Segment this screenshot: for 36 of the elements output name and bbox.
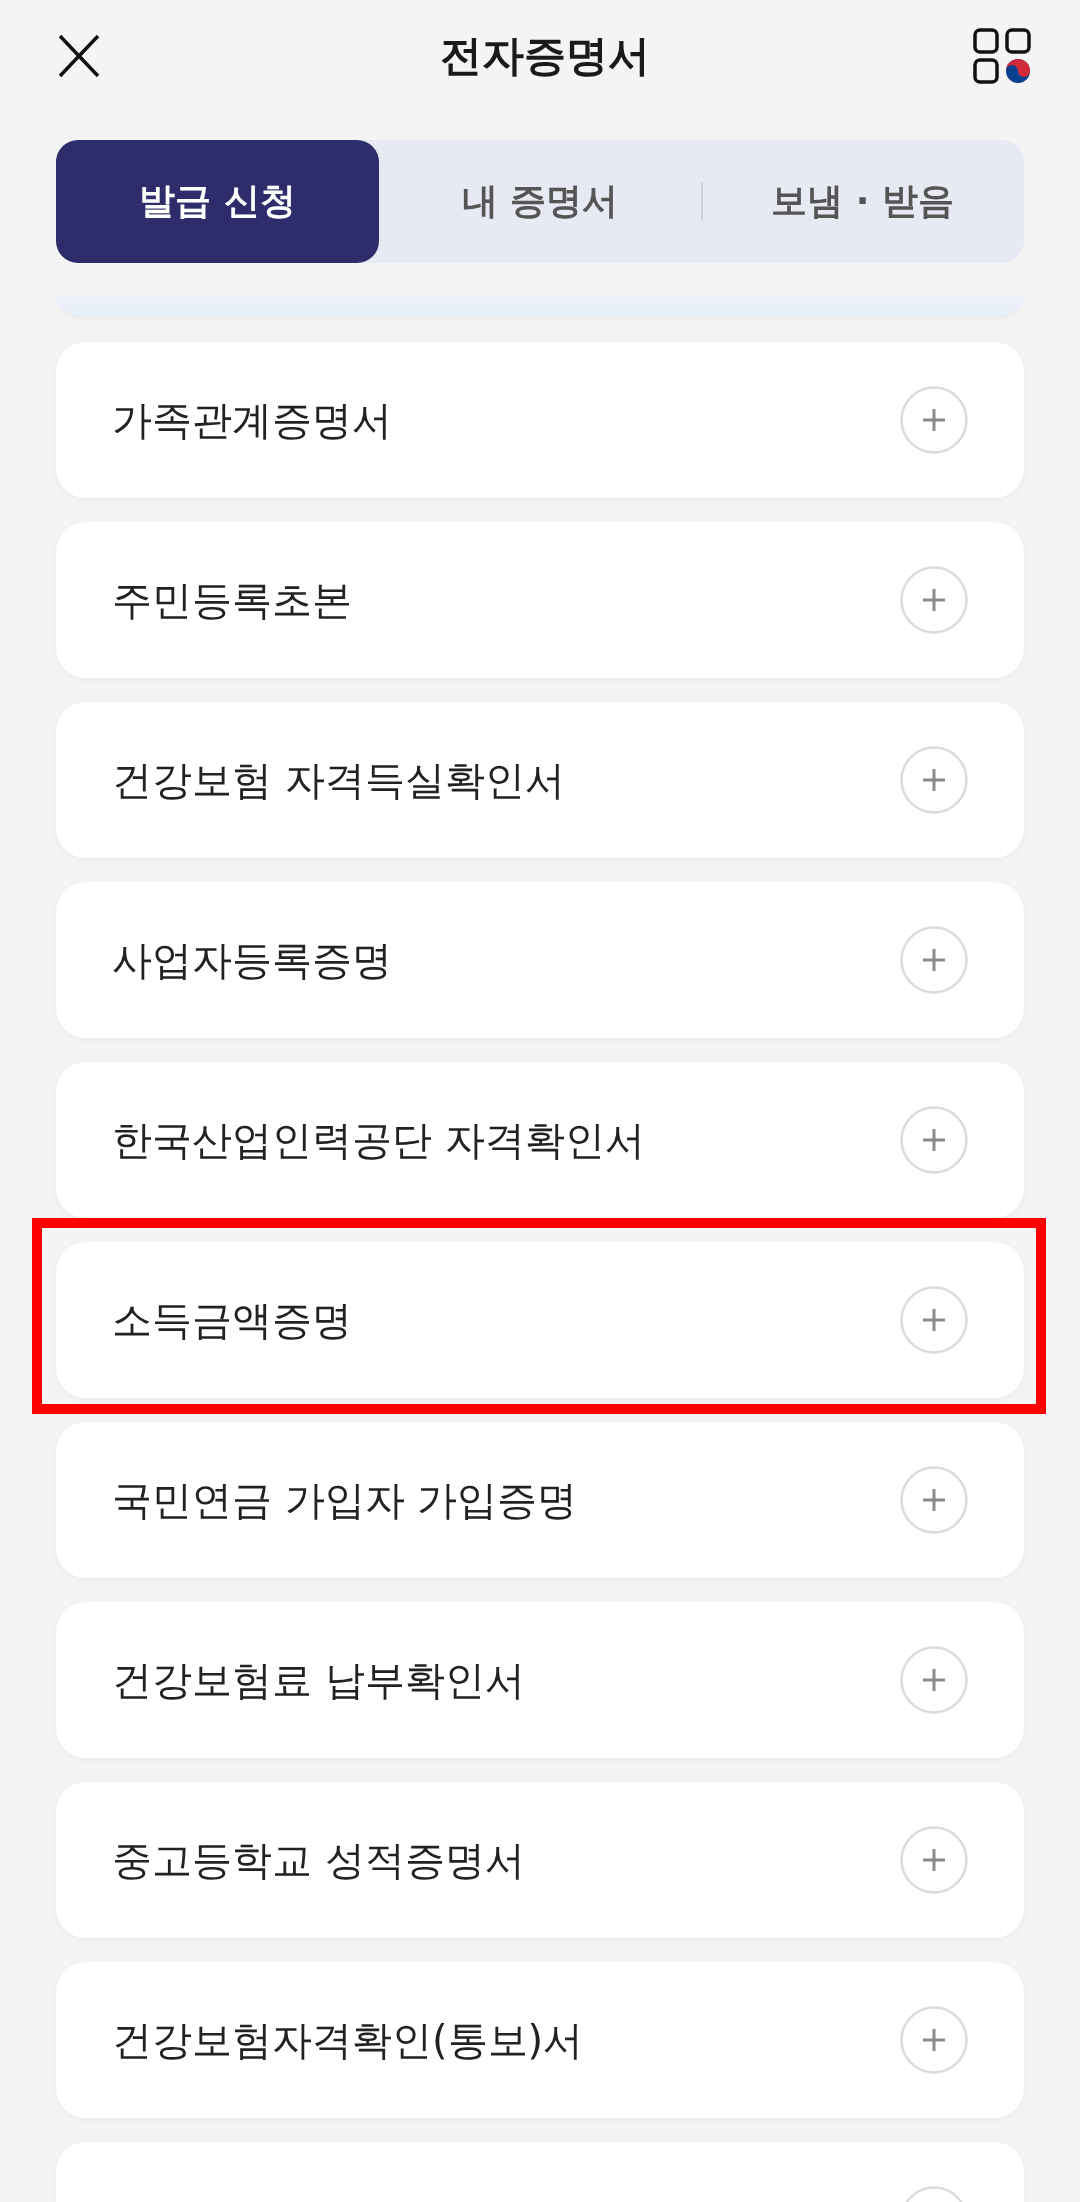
plus-icon[interactable] <box>900 746 968 814</box>
certificate-item[interactable]: 소득금액증명 <box>56 1242 1024 1398</box>
plus-icon[interactable] <box>900 1646 968 1714</box>
tab[interactable]: 발급 신청 <box>56 140 379 263</box>
page-title: 전자증명서 <box>439 30 650 82</box>
plus-icon[interactable] <box>900 1106 968 1174</box>
certificate-name: 건강보험 자격득실확인서 <box>112 755 565 805</box>
certificate-name: 국민연금 가입자 가입증명 <box>112 1475 578 1525</box>
certificate-name: 사업자등록증명 <box>112 935 392 985</box>
plus-icon[interactable] <box>900 1286 968 1354</box>
certificate-item[interactable]: 주민등록초본 <box>56 522 1024 678</box>
certificate-name: 중고등학교 성적증명서 <box>112 1835 525 1885</box>
tab[interactable]: 내 증명서 <box>378 140 702 263</box>
app-grid-icon[interactable] <box>973 28 1031 84</box>
certificate-item[interactable]: 사업자등록증명 <box>56 882 1024 1038</box>
certificate-item[interactable]: 국민연금 가입자 가입증명 <box>56 1422 1024 1578</box>
tab[interactable]: 보냄 · 받음 <box>701 140 1024 263</box>
plus-icon[interactable] <box>900 566 968 634</box>
certificate-name: 소득금액증명 <box>112 1295 352 1345</box>
certificate-name: 건강보험료 납부확인서 <box>112 1655 525 1705</box>
plus-icon[interactable] <box>900 1826 968 1894</box>
certificate-item[interactable]: 중고등학교 성적증명서 <box>56 1782 1024 1938</box>
certificate-item[interactable]: 가족관계증명서 <box>56 342 1024 498</box>
certificate-item[interactable]: 건강보험자격확인(통보)서 <box>56 1962 1024 2118</box>
plus-icon[interactable] <box>900 2006 968 2074</box>
certificate-item[interactable]: 건강보험 자격득실확인서 <box>56 702 1024 858</box>
certificate-name: 한국산업인력공단 자격확인서 <box>112 1115 645 1165</box>
certificate-name: 주민등록초본 <box>112 575 352 625</box>
certificate-name: 건강보험자격확인(통보)서 <box>112 2015 584 2065</box>
plus-icon[interactable] <box>900 926 968 994</box>
certificate-item[interactable]: 건강보험료 납부확인서 <box>56 1602 1024 1758</box>
close-icon[interactable] <box>58 34 100 78</box>
certificate-item[interactable]: 한국산업인력공단 자격확인서 <box>56 1062 1024 1218</box>
plus-icon[interactable] <box>900 386 968 454</box>
plus-icon[interactable] <box>900 1466 968 1534</box>
certificate-name: 가족관계증명서 <box>112 395 392 445</box>
